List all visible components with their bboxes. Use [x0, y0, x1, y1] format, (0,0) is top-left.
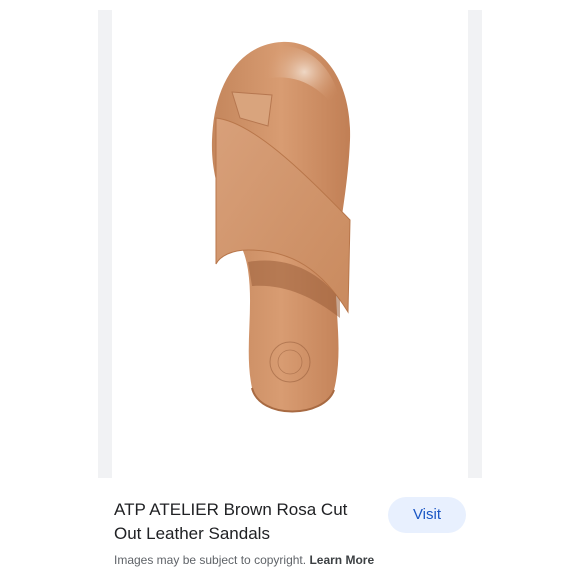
- result-card: ATP ATELIER Brown Rosa Cut Out Leather S…: [98, 480, 482, 580]
- image-carousel-right-edge: [468, 10, 482, 478]
- copyright-notice: Images may be subject to copyright. Lear…: [114, 553, 374, 567]
- product-image[interactable]: [112, 0, 468, 480]
- copyright-text: Images may be subject to copyright.: [114, 553, 307, 567]
- learn-more-link[interactable]: Learn More: [309, 553, 374, 567]
- sandal-image: [211, 41, 351, 413]
- visit-button[interactable]: Visit: [388, 497, 466, 533]
- product-title[interactable]: ATP ATELIER Brown Rosa Cut Out Leather S…: [114, 498, 376, 546]
- image-carousel-left-edge: [98, 10, 112, 478]
